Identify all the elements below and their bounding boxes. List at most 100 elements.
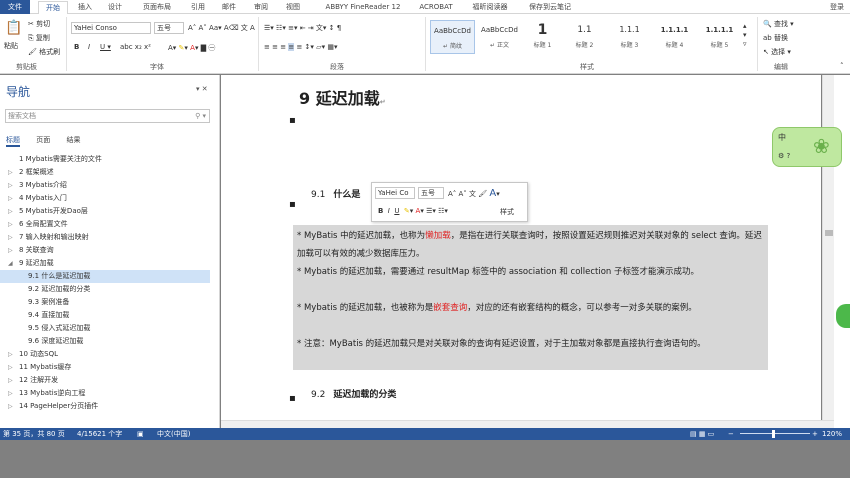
- nav-heading-item[interactable]: ▷ 6 全局配置文件: [0, 218, 210, 231]
- collapsed-arrow-icon[interactable]: ▷: [8, 374, 13, 387]
- floating-widget[interactable]: 中 ❀ ⚙ ?: [772, 127, 842, 167]
- tab-headings[interactable]: 标题: [6, 135, 20, 147]
- style-heading-5[interactable]: 1.1.1.1 标题 5: [697, 20, 742, 54]
- collapsed-arrow-icon[interactable]: ▷: [8, 244, 13, 257]
- nav-heading-item[interactable]: 9.4 直接加载: [0, 309, 210, 322]
- mini-size-select[interactable]: 五号: [418, 187, 444, 199]
- side-widget[interactable]: [836, 304, 850, 328]
- collapsed-arrow-icon[interactable]: ▷: [8, 192, 13, 205]
- font-size-buttons[interactable]: A˄ A˅ Aa▾ A⌫ 文 A: [188, 23, 255, 33]
- alignment-buttons[interactable]: ≡ ≡ ≡ ≡ ≡ ↕▾ ▱▾ ▦▾: [264, 43, 337, 51]
- nav-search-input[interactable]: 搜索文档 ⚲ ▾: [5, 109, 210, 123]
- style-normal[interactable]: AaBbCcDd ↵ 正文: [477, 20, 522, 54]
- nav-heading-item[interactable]: ▷ 14 PageHelper分页插件: [0, 400, 210, 413]
- expanded-arrow-icon[interactable]: ◢: [8, 257, 13, 270]
- font-size-select[interactable]: 五号: [154, 22, 184, 34]
- styles-gallery-scroll[interactable]: ▴ ▾ ▿: [743, 22, 747, 49]
- style-heading-3[interactable]: 1.1.1 标题 3: [607, 20, 652, 54]
- tab-view[interactable]: 视图: [282, 1, 304, 13]
- style-heading-4[interactable]: 1.1.1.1 标题 4: [652, 20, 697, 54]
- tab-insert[interactable]: 插入: [74, 1, 96, 13]
- tab-home[interactable]: 开始: [38, 1, 68, 15]
- search-icon[interactable]: ⚲ ▾: [195, 110, 206, 122]
- style-heading-2[interactable]: 1.1 标题 2: [562, 20, 607, 54]
- scroll-thumb[interactable]: [825, 230, 833, 236]
- login-link[interactable]: 登录: [825, 1, 849, 13]
- tab-references[interactable]: 引用: [187, 1, 209, 13]
- tab-pages[interactable]: 页面: [36, 135, 50, 145]
- language[interactable]: 中文(中国): [157, 428, 190, 440]
- cut-button[interactable]: ✂ 剪切: [28, 19, 50, 29]
- collapsed-arrow-icon[interactable]: ▷: [8, 218, 13, 231]
- nav-heading-item[interactable]: ▷ 7 输入映射和输出映射: [0, 231, 210, 244]
- nav-heading-item[interactable]: ▷ 4 Mybatis入门: [0, 192, 210, 205]
- proofing-icon[interactable]: ▣: [137, 428, 144, 440]
- tab-results[interactable]: 结果: [66, 135, 80, 145]
- mini-format-buttons[interactable]: B I U ✎▾ A▾ ☰▾ ☷▾: [378, 207, 448, 215]
- collapsed-arrow-icon[interactable]: ▷: [8, 231, 13, 244]
- strikethrough-button[interactable]: abc x₂ x²: [120, 43, 151, 51]
- paragraph-list-buttons[interactable]: ☰▾ ☷▾ ≡▾ ⇤ ⇥ 文▾ ↕ ¶: [264, 23, 341, 33]
- collapsed-arrow-icon[interactable]: ▷: [8, 361, 13, 374]
- nav-heading-item[interactable]: 9.5 侵入式延迟加载: [0, 322, 210, 335]
- tab-acrobat[interactable]: ACROBAT: [414, 1, 458, 13]
- zoom-slider-thumb[interactable]: [772, 430, 775, 438]
- tab-layout[interactable]: 页面布局: [137, 1, 177, 13]
- collapsed-arrow-icon[interactable]: ▷: [8, 179, 13, 192]
- tab-mailings[interactable]: 邮件: [218, 1, 240, 13]
- text-effects-button[interactable]: A▾ ✎▾ A▾ ▇ ㊀: [168, 43, 215, 53]
- nav-heading-item[interactable]: 9.6 深度延迟加载: [0, 335, 210, 348]
- bold-button[interactable]: B: [74, 43, 79, 51]
- tab-abbyy[interactable]: ABBYY FineReader 12: [318, 1, 408, 13]
- nav-options-icon[interactable]: ▾ ✕: [196, 85, 208, 93]
- paste-icon[interactable]: 📋: [5, 20, 22, 36]
- find-button[interactable]: 🔍 查找 ▾: [763, 19, 794, 29]
- copy-button[interactable]: ⎘ 复制: [28, 33, 50, 43]
- nav-heading-item[interactable]: ▷ 3 Mybatis介绍: [0, 179, 210, 192]
- nav-heading-item[interactable]: 1 Mybatis需要关注的文件: [0, 153, 210, 166]
- tab-design[interactable]: 设计: [104, 1, 126, 13]
- collapsed-arrow-icon[interactable]: ▷: [8, 166, 13, 179]
- nav-heading-item[interactable]: ◢ 9 延迟加载: [0, 257, 210, 270]
- collapse-ribbon-icon[interactable]: ˄: [840, 62, 844, 70]
- tab-cloud-note[interactable]: 保存到云笔记: [522, 1, 578, 13]
- nav-heading-item[interactable]: 9.2 延迟加载的分类: [0, 283, 210, 296]
- mini-styles-button[interactable]: 样式: [500, 207, 514, 217]
- collapsed-arrow-icon[interactable]: ▷: [8, 348, 13, 361]
- tab-foxit[interactable]: 福昕阅读器: [468, 1, 512, 13]
- zoom-level[interactable]: 120%: [822, 428, 842, 440]
- style-simple[interactable]: AaBbCcDd ↵ 简纹: [430, 20, 475, 54]
- italic-button[interactable]: I: [88, 43, 90, 51]
- horizontal-scrollbar[interactable]: [221, 420, 834, 428]
- collapsed-arrow-icon[interactable]: ▷: [8, 400, 13, 413]
- nav-heading-item[interactable]: ▷ 12 注解开发: [0, 374, 210, 387]
- nav-heading-item[interactable]: ▷ 11 Mybatis缓存: [0, 361, 210, 374]
- nav-heading-item[interactable]: ▷ 2 框架概述: [0, 166, 210, 179]
- tab-review[interactable]: 审阅: [250, 1, 272, 13]
- replace-button[interactable]: ab 替换: [763, 33, 788, 43]
- tab-file[interactable]: 文件: [0, 0, 30, 14]
- zoom-slider[interactable]: [740, 433, 810, 434]
- nav-heading-item[interactable]: 9.1 什么是延迟加载: [0, 270, 210, 283]
- paste-button[interactable]: 粘贴: [4, 41, 18, 51]
- page-count[interactable]: 第 35 页，共 80 页: [3, 428, 65, 440]
- nav-heading-item[interactable]: ▷ 13 Mybatis逆向工程: [0, 387, 210, 400]
- view-buttons[interactable]: ▤ ▦ ▭: [690, 428, 714, 440]
- nav-heading-item[interactable]: ▷ 8 关联查询: [0, 244, 210, 257]
- mini-grow-shrink[interactable]: A˄ A˅ 文 🖌 A▾: [448, 188, 500, 199]
- zoom-in-button[interactable]: +: [812, 428, 818, 440]
- nav-heading-item[interactable]: ▷ 10 动态SQL: [0, 348, 210, 361]
- mini-font-select[interactable]: YaHei Co: [375, 187, 415, 199]
- select-button[interactable]: ↖ 选择 ▾: [763, 47, 791, 57]
- word-count[interactable]: 4/15621 个字: [77, 428, 122, 440]
- collapsed-arrow-icon[interactable]: ▷: [8, 387, 13, 400]
- format-painter-button[interactable]: 🖌 格式刷: [28, 47, 60, 57]
- zoom-out-button[interactable]: −: [728, 428, 734, 440]
- nav-heading-item[interactable]: 9.3 案例准备: [0, 296, 210, 309]
- font-name-select[interactable]: YaHei Conso: [71, 22, 151, 34]
- collapsed-arrow-icon[interactable]: ▷: [8, 205, 13, 218]
- nav-heading-item[interactable]: ▷ 5 Mybatis开发Dao层: [0, 205, 210, 218]
- document-canvas[interactable]: 9 延迟加载↵ ▪ 9.1 什么是 ▪ * MyBatis 中的延迟加载，也称为懒…: [221, 75, 821, 420]
- underline-button[interactable]: U ▾: [100, 43, 111, 51]
- style-heading-1[interactable]: 1 标题 1: [520, 20, 565, 54]
